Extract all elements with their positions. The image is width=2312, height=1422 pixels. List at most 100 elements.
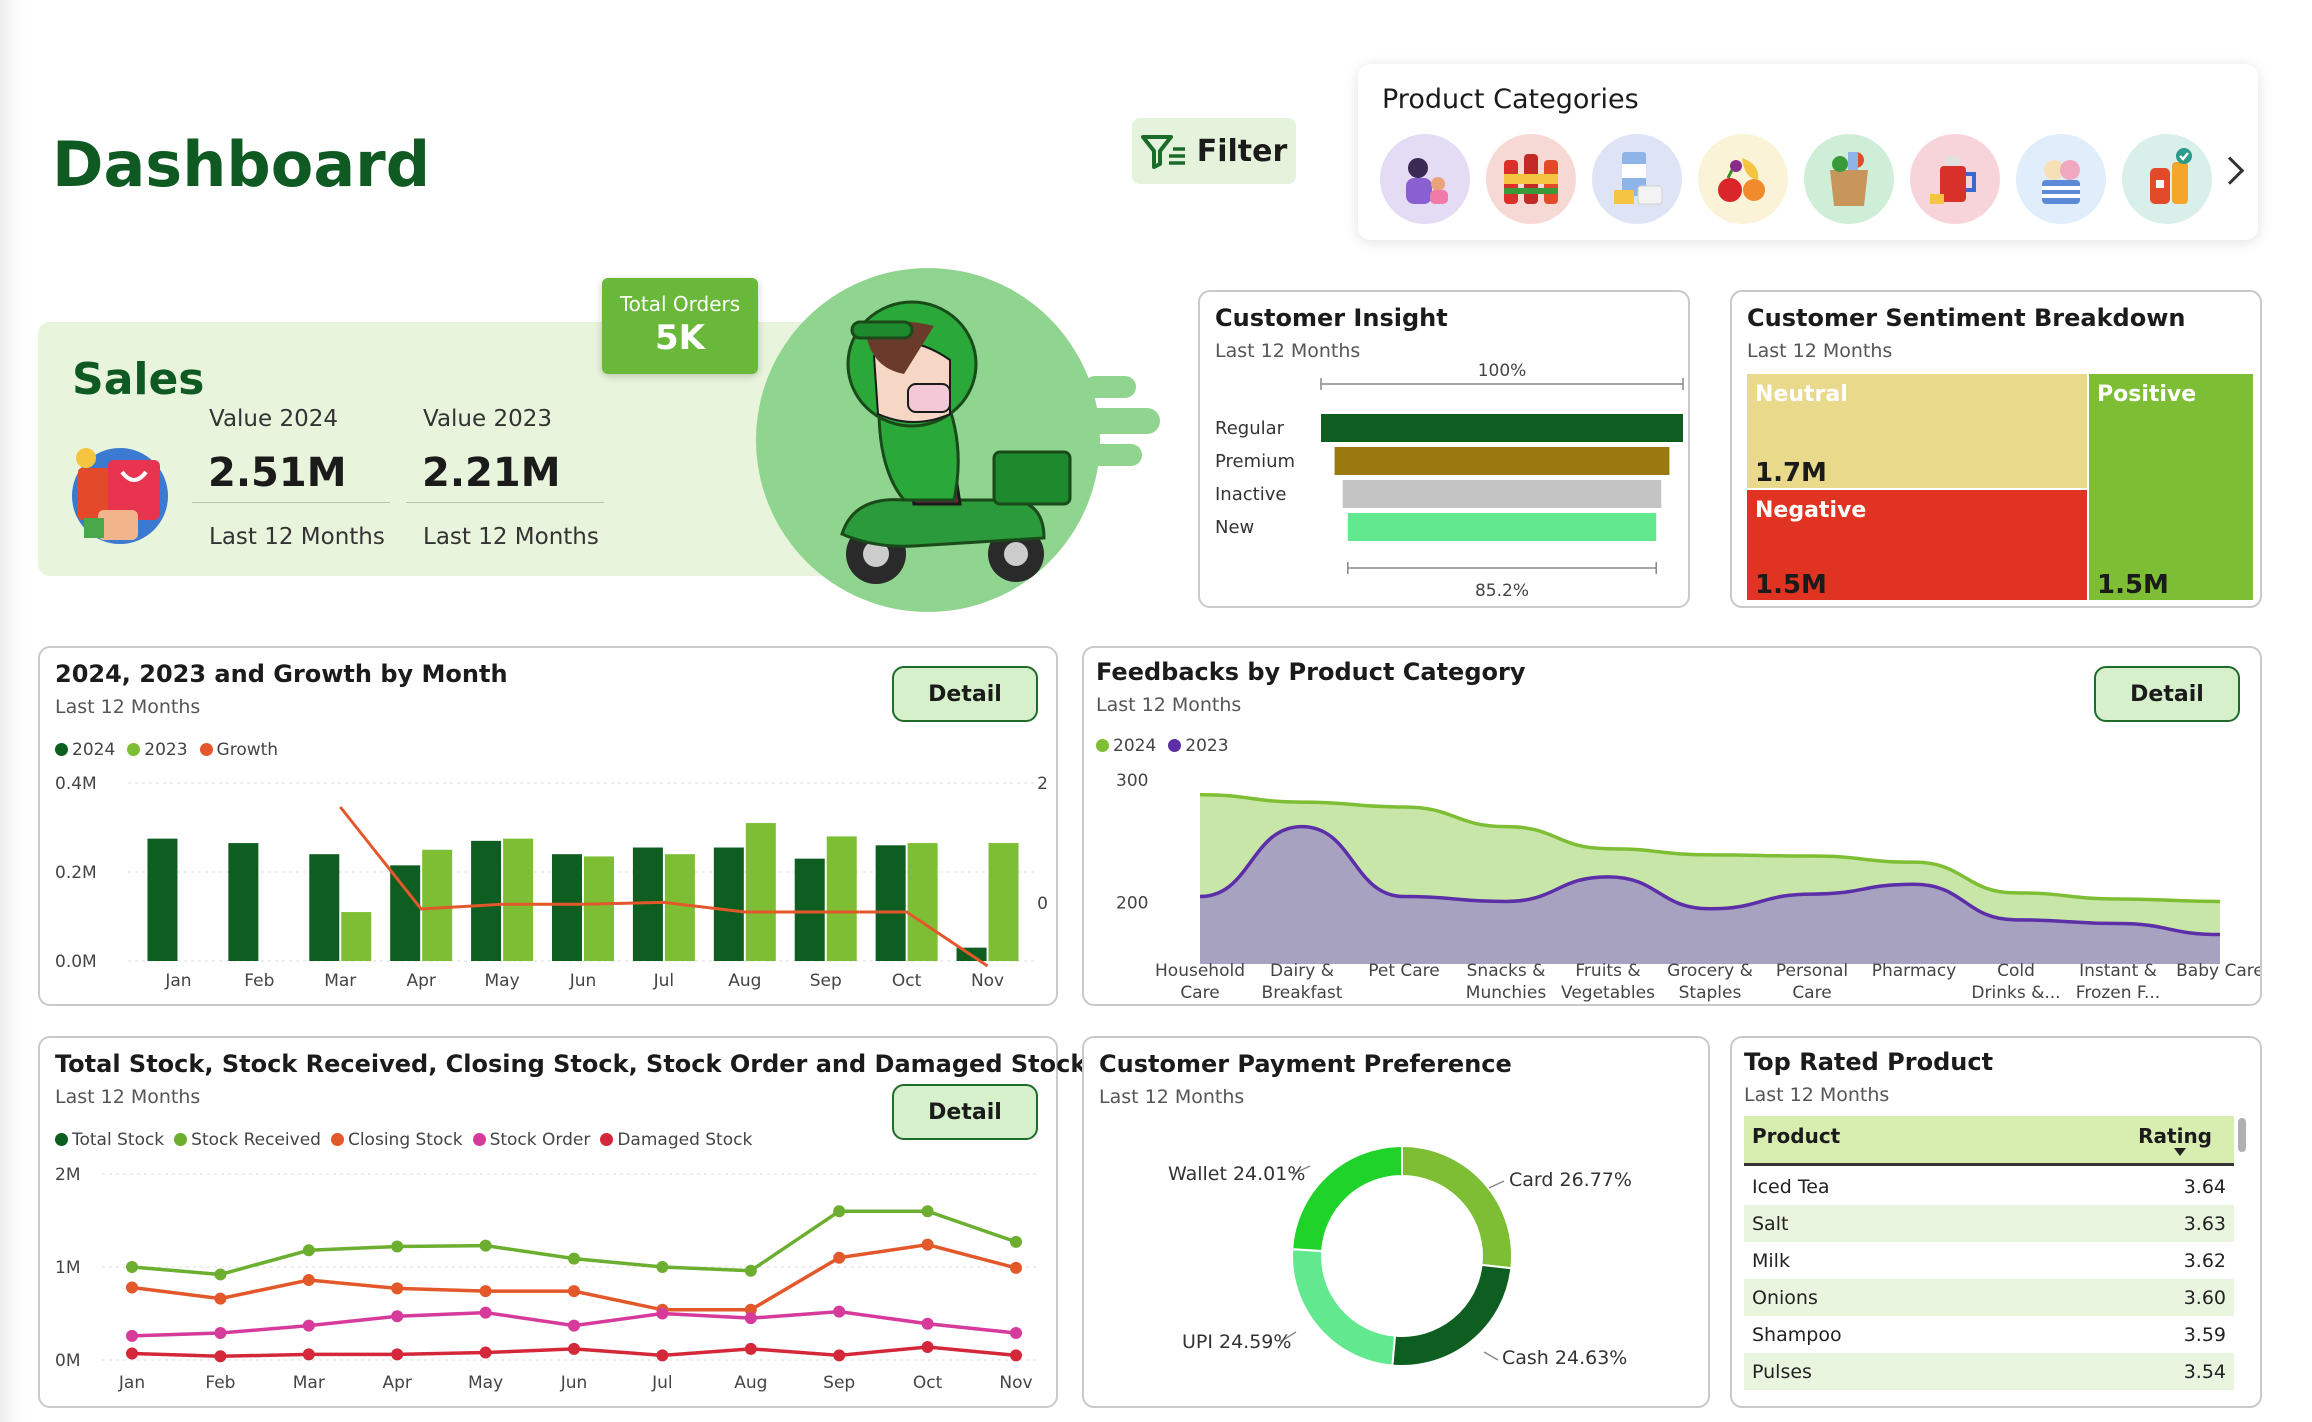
dairy-icon[interactable] — [1592, 134, 1682, 224]
total-orders-value: 5K — [654, 318, 705, 358]
funnel-bar — [1342, 480, 1662, 508]
x-tick-label: Pharmacy — [1872, 961, 1957, 981]
x-tick-label: Grocery & Staples — [1667, 961, 1753, 1003]
bar-2024 — [875, 845, 906, 961]
filter-label: Filter — [1196, 133, 1288, 169]
column-header-rating[interactable]: Rating — [2138, 1124, 2212, 1148]
data-point — [391, 1348, 404, 1361]
value-2024: 2.51M — [208, 450, 347, 496]
donut-label: Wallet 24.01% — [1168, 1163, 1305, 1185]
payment-donut-chart: Card 26.77% Cash 24.63% UPI 24.59% Wallet 2… — [1168, 1144, 1632, 1369]
growth-by-month-card: 2024, 2023 and Growth by Month Last 12 M… — [38, 646, 1058, 1006]
x-tick-label: Mar — [324, 971, 356, 991]
card-title: Customer Sentiment Breakdown — [1747, 304, 2186, 332]
y-tick-label: 0.2M — [55, 863, 97, 883]
fruits-vegetables-icon[interactable] — [1698, 134, 1788, 224]
product-rating: 3.60 — [2183, 1287, 2226, 1309]
x-tick-label: Feb — [205, 1373, 235, 1393]
sort-descending-icon[interactable] — [2174, 1148, 2186, 1156]
bar-2024 — [713, 847, 744, 961]
cold-drinks-icon[interactable] — [1486, 134, 1576, 224]
scroll-right-chevron-icon[interactable] — [2215, 156, 2245, 185]
table-header: Product Rating — [1744, 1116, 2234, 1166]
card-subtitle: Last 12 Months — [1744, 1084, 1890, 1106]
sales-title: Sales — [72, 354, 205, 405]
y-tick-label: 2M — [55, 1165, 80, 1185]
product-rating: 3.54 — [2183, 1361, 2226, 1383]
payment-preference-card: Customer Payment Preference Last 12 Mont… — [1082, 1036, 1710, 1408]
product-rating: 3.59 — [2183, 1324, 2226, 1346]
table-scrollbar[interactable] — [2238, 1118, 2246, 1152]
funnel-category-label: Premium — [1215, 451, 1295, 472]
x-tick-label: Jan — [164, 971, 191, 991]
grocery-bag-icon[interactable] — [1804, 134, 1894, 224]
data-point — [126, 1281, 138, 1294]
data-point — [214, 1268, 227, 1281]
x-tick-label: May — [468, 1373, 503, 1393]
funnel-category-label: New — [1215, 517, 1254, 538]
x-tick-label: Apr — [406, 971, 435, 991]
x-tick-label: Sep — [823, 1373, 855, 1393]
x-tick-label: Jun — [569, 971, 597, 991]
column-header-product[interactable]: Product — [1752, 1124, 1840, 1148]
bar-2024 — [552, 854, 582, 961]
value-2024-label: Value 2024 — [209, 406, 339, 432]
value-2023: 2.21M — [422, 450, 561, 496]
treemap-positive[interactable]: Positive 1.5M — [2089, 374, 2253, 600]
bar-2023 — [988, 843, 1019, 961]
x-tick-label: Mar — [293, 1373, 325, 1393]
period-2023: Last 12 Months — [423, 524, 599, 550]
card-title: Top Rated Product — [1744, 1048, 1994, 1076]
data-point — [568, 1342, 580, 1355]
filter-button[interactable]: Filter — [1132, 118, 1296, 184]
personal-care-icon[interactable] — [2122, 134, 2212, 224]
data-point — [921, 1340, 934, 1353]
data-point — [833, 1349, 846, 1362]
product-rating: 3.62 — [2183, 1250, 2226, 1272]
divider — [406, 502, 604, 503]
data-point — [126, 1261, 138, 1273]
y-tick-label: 200 — [1116, 894, 1148, 914]
funnel-top-label: 100% — [1478, 361, 1527, 381]
x-tick-label: Jan — [118, 1373, 145, 1393]
table-row[interactable]: Salt 3.63 — [1744, 1205, 2234, 1242]
data-point — [479, 1239, 492, 1252]
data-point — [479, 1306, 492, 1319]
data-point — [1010, 1235, 1022, 1248]
data-point — [921, 1317, 934, 1330]
table-row[interactable]: Iced Tea 3.64 — [1744, 1168, 2234, 1205]
table-body: Iced Tea 3.64 Salt 3.63 Milk 3.62 Onions… — [1744, 1168, 2234, 1390]
treemap-neutral-label: Neutral — [1755, 382, 1848, 407]
treemap-positive-label: Positive — [2097, 382, 2197, 407]
table-row[interactable]: Milk 3.62 — [1744, 1242, 2234, 1279]
stock-line-chart: 0M 1M 2M Jan Feb Mar Apr May Jun Jul Aug Sep Oct Nov — [55, 1165, 1036, 1393]
bar-2023 — [341, 912, 372, 961]
data-point — [391, 1310, 404, 1323]
data-point — [568, 1285, 580, 1298]
data-point — [479, 1346, 492, 1359]
data-point — [214, 1327, 227, 1340]
product-rating: 3.63 — [2183, 1213, 2226, 1235]
treemap-negative[interactable]: Negative 1.5M — [1747, 490, 2087, 600]
pharmacy-cup-icon[interactable] — [1910, 134, 2000, 224]
x-tick-label: Instant & Frozen F... — [2076, 961, 2160, 1003]
data-point — [833, 1205, 846, 1218]
bar-2023 — [422, 849, 453, 961]
data-point — [744, 1312, 757, 1325]
bar-2024 — [471, 840, 502, 961]
product-rating: 3.64 — [2183, 1176, 2226, 1198]
bar-2024 — [794, 858, 825, 961]
table-row[interactable]: Shampoo 3.59 — [1744, 1316, 2234, 1353]
table-row[interactable]: Pulses 3.54 — [1744, 1353, 2234, 1390]
table-row[interactable]: Onions 3.60 — [1744, 1279, 2234, 1316]
funnel-bar — [1321, 414, 1683, 442]
product-name: Onions — [1752, 1287, 1818, 1309]
bar-2023 — [907, 843, 938, 961]
funnel-bottom-label: 85.2% — [1475, 581, 1529, 601]
y-tick-label: 0M — [55, 1351, 80, 1371]
ice-cream-icon[interactable] — [2016, 134, 2106, 224]
divider — [192, 502, 390, 503]
donut-label: UPI 24.59% — [1182, 1331, 1291, 1353]
mother-baby-icon[interactable] — [1380, 134, 1470, 224]
treemap-neutral[interactable]: Neutral 1.7M — [1747, 374, 2087, 488]
